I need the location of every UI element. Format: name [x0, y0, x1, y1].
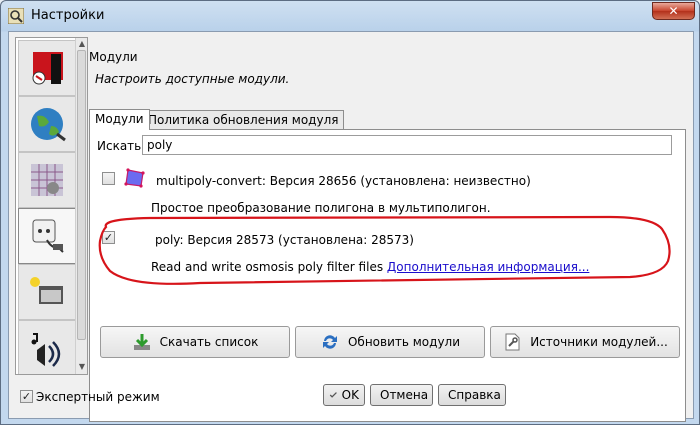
nav-map-projection[interactable]	[18, 152, 76, 208]
scroll-down-icon[interactable]: ▼	[77, 362, 87, 372]
section-description: Настроить доступные модули.	[95, 72, 290, 86]
window-title: Настройки	[31, 8, 105, 23]
refresh-icon	[322, 335, 337, 349]
plugin-sources-button[interactable]: Источники модулей...	[490, 326, 680, 358]
scroll-up-icon[interactable]: ▲	[77, 39, 87, 49]
speaker-icon	[31, 333, 61, 367]
plugin-name-multipoly: multipoly-convert: Версия 28656 (установ…	[156, 174, 531, 188]
nav-advanced[interactable]	[18, 264, 76, 320]
plug-icon	[32, 219, 64, 253]
nav-plugins[interactable]	[18, 208, 76, 264]
close-icon: ✕	[668, 4, 679, 18]
plugin-description-multipoly: Простое преобразование полигона в мульти…	[151, 201, 491, 215]
polygon-icon	[124, 168, 145, 188]
download-list-button[interactable]: Скачать список	[100, 326, 290, 358]
preferences-window: Настройки ✕ ▲ ▼ Модули Настроить доступн…	[0, 0, 700, 425]
document-wrench-icon	[505, 333, 520, 351]
title-bar: Настройки ✕	[1, 1, 700, 31]
ok-button[interactable]: OK	[323, 384, 365, 406]
search-label: Искать:	[97, 139, 146, 153]
plugins-tab-panel: Искать: multipoly-convert: Версия 28656 …	[89, 129, 686, 422]
grid-map-icon	[31, 164, 63, 196]
update-plugins-button[interactable]: Обновить модули	[295, 326, 485, 358]
highlight-ellipse	[98, 215, 671, 285]
magnifier-icon	[8, 8, 24, 24]
tab-update-policy[interactable]: Политика обновления модуля	[142, 110, 345, 130]
paint-icon	[32, 52, 63, 85]
globe-icon	[31, 108, 66, 142]
download-icon	[133, 334, 150, 350]
category-sidebar: ▲ ▼	[15, 37, 88, 375]
checkmark-icon	[329, 392, 337, 398]
cancel-button[interactable]: Отмена	[370, 384, 433, 406]
search-input[interactable]	[142, 135, 672, 155]
folder-icon	[30, 277, 63, 304]
section-title: Модули	[89, 50, 138, 64]
close-button[interactable]: ✕	[652, 2, 695, 20]
tab-plugins[interactable]: Модули	[89, 109, 150, 130]
nav-audio[interactable]	[18, 320, 76, 374]
expert-mode-checkbox[interactable]: ✓	[20, 390, 33, 403]
expert-mode-label: Экспертный режим	[36, 390, 160, 404]
plugin-checkbox-multipoly[interactable]	[102, 172, 115, 185]
sidebar-scrollbar[interactable]: ▲ ▼	[75, 38, 87, 374]
help-button[interactable]: Справка	[438, 384, 506, 406]
nav-display-settings[interactable]	[18, 40, 76, 96]
dialog-content: ▲ ▼ Модули Настроить доступные модули. М…	[8, 31, 694, 422]
nav-connection-settings[interactable]	[18, 96, 76, 152]
scroll-thumb[interactable]	[77, 50, 86, 340]
